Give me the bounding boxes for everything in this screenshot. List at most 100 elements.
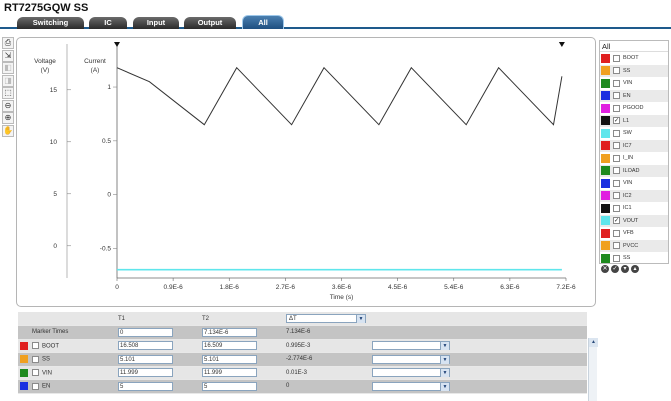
tab-output[interactable]: Output [184, 17, 236, 29]
chevron-down-icon: ▼ [440, 342, 449, 351]
down-circle-icon[interactable]: ▾ [621, 265, 629, 273]
legend-item-en[interactable]: EN [600, 89, 668, 102]
legend-checkbox[interactable] [613, 192, 620, 200]
legend-checkbox[interactable] [613, 154, 620, 162]
x-tick-label: 3.6E-6 [332, 284, 352, 291]
legend-checkbox[interactable] [613, 104, 620, 112]
color-swatch [601, 191, 610, 201]
pan-left-icon[interactable]: ◧ [2, 62, 14, 74]
print-icon[interactable]: ⎙ [2, 37, 14, 49]
row-checkbox[interactable] [32, 369, 39, 377]
marker-t1-handle [114, 42, 120, 47]
tab-all[interactable]: All [242, 15, 284, 29]
tab-switching[interactable]: Switching [17, 17, 84, 29]
measure-select[interactable]: ▼ [372, 341, 450, 351]
t1-value-input[interactable]: 5 [118, 381, 173, 391]
tab-ic[interactable]: IC [89, 17, 127, 29]
tab-input[interactable]: Input [133, 17, 179, 29]
close-circle-icon[interactable]: ✕ [601, 265, 609, 273]
legend-checkbox[interactable] [613, 92, 620, 100]
up-circle-icon[interactable]: ▴ [631, 265, 639, 273]
t2-value-input[interactable]: 16.509 [202, 341, 257, 351]
legend-item-sw[interactable]: SW [600, 127, 668, 140]
legend-checkbox[interactable] [613, 129, 620, 137]
zoom-out-icon[interactable]: ⊖ [2, 99, 14, 112]
legend-checkbox[interactable] [613, 229, 620, 237]
legend-checkbox[interactable] [613, 242, 620, 250]
legend-label: L1 [623, 117, 630, 124]
legend-label: IC2 [623, 192, 632, 199]
zoom-in-icon[interactable]: ⊕ [2, 112, 14, 124]
marker-row-en: EN 5 5 0 ▼ [18, 379, 587, 394]
t2-input[interactable]: 7.134E-6 [202, 327, 257, 337]
zoom-box-icon[interactable]: ⬚ [2, 87, 14, 99]
color-swatch [20, 368, 28, 377]
legend-label: VFB [623, 230, 634, 237]
check-circle-icon[interactable]: ✓ [611, 265, 619, 273]
legend-item-ss[interactable]: SS [600, 252, 668, 265]
legend-checkbox[interactable] [613, 254, 620, 262]
legend-checkbox[interactable]: ✓ [613, 117, 620, 125]
scroll-up-icon[interactable]: ▲ [589, 338, 598, 347]
measure-select[interactable]: ▼ [372, 354, 450, 364]
row-checkbox[interactable] [32, 342, 39, 350]
t2-value-input[interactable]: 5 [202, 381, 257, 391]
legend-checkbox[interactable] [613, 167, 620, 175]
legend-item-vin[interactable]: VIN [600, 77, 668, 90]
t1-value-input[interactable]: 5.101 [118, 354, 173, 364]
legend-checkbox[interactable] [613, 79, 620, 87]
legend-item-i-in[interactable]: I_IN [600, 152, 668, 165]
t1-header: T1 [116, 312, 200, 326]
t1-value-input[interactable]: 11.999 [118, 368, 173, 378]
delta-value: 0 [284, 379, 370, 394]
marker-row-boot: BOOT 16.508 16.509 0.995E-3 ▼ [18, 339, 587, 353]
legend-item-ic1[interactable]: IC1 [600, 202, 668, 215]
legend-label: SS [623, 67, 631, 74]
waveform-chart[interactable]: 15 10 5 0 Voltage (V) 1 0.5 0 -0.5 Current (A) 0 0.9E… [17, 38, 595, 306]
color-swatch [601, 153, 610, 163]
hand-icon[interactable]: ✋ [2, 124, 14, 137]
export-icon[interactable]: ⇲ [2, 49, 14, 62]
legend-checkbox[interactable] [613, 204, 620, 212]
legend-item-vin[interactable]: VIN [600, 177, 668, 190]
legend-checkbox[interactable] [613, 179, 620, 187]
legend-item-iload[interactable]: ILOAD [600, 164, 668, 177]
legend-label: PVCC [623, 242, 639, 249]
legend-item-vout[interactable]: ✓ VOUT [600, 214, 668, 227]
legend-item-ic2[interactable]: IC2 [600, 189, 668, 202]
color-swatch [20, 382, 28, 391]
measure-select[interactable]: ▼ [372, 381, 450, 391]
color-swatch [601, 253, 610, 263]
legend-checkbox[interactable] [613, 142, 620, 150]
plot-panel: 15 10 5 0 Voltage (V) 1 0.5 0 -0.5 Current (A) 0 0.9E… [16, 37, 596, 307]
signal-legend: All BOOT SS VIN EN PGOOD ✓ L1 SW IC7 I_IN ILOAD VIN… [599, 40, 669, 264]
legend-checkbox[interactable]: ✓ [613, 217, 620, 225]
pan-right-icon[interactable]: ◨ [2, 74, 14, 87]
x-tick-label: 4.5E-6 [388, 284, 408, 291]
legend-item-boot[interactable]: BOOT [600, 52, 668, 65]
color-swatch [601, 128, 610, 138]
voltage-axis-label: (V) [41, 67, 50, 74]
delta-mode-select[interactable]: ΔT ▼ [286, 314, 366, 323]
legend-item-pgood[interactable]: PGOOD [600, 102, 668, 115]
t2-value-input[interactable]: 5.101 [202, 354, 257, 364]
measure-select[interactable]: ▼ [372, 368, 450, 378]
x-tick-label: 0.9E-6 [164, 284, 184, 291]
t1-value-input[interactable]: 16.508 [118, 341, 173, 351]
legend-item-ic7[interactable]: IC7 [600, 139, 668, 152]
marker-row-vin: VIN 11.999 11.999 0.01E-3 ▼ [18, 366, 587, 380]
legend-item-ss[interactable]: SS [600, 64, 668, 77]
legend-item-vfb[interactable]: VFB [600, 227, 668, 240]
row-checkbox[interactable] [32, 382, 39, 390]
delta-value: -2.774E-6 [284, 352, 370, 367]
marker-table-scrollbar[interactable]: ▲ [588, 338, 598, 401]
t1-input[interactable]: 0 [118, 327, 173, 337]
legend-checkbox[interactable] [613, 54, 620, 62]
t2-value-input[interactable]: 11.999 [202, 368, 257, 378]
legend-label: IC1 [623, 205, 632, 212]
voltage-tick-label: 5 [53, 191, 57, 198]
row-checkbox[interactable] [32, 355, 39, 363]
legend-checkbox[interactable] [613, 67, 620, 75]
legend-item-pvcc[interactable]: PVCC [600, 239, 668, 252]
legend-item-l1[interactable]: ✓ L1 [600, 114, 668, 127]
